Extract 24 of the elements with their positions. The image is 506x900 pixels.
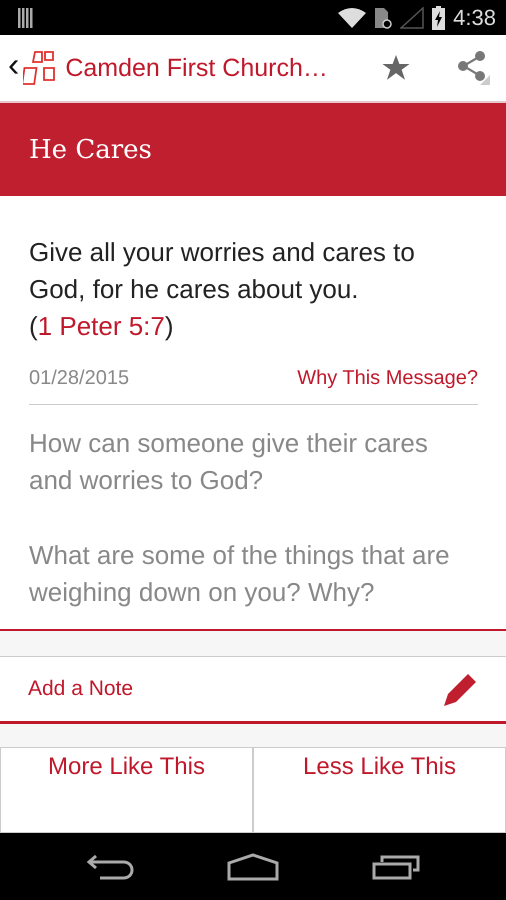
status-time: 4:38 xyxy=(453,4,496,30)
feedback-button[interactable]: More Like This xyxy=(0,748,253,833)
logo-icon xyxy=(23,50,58,86)
recents-nav-icon[interactable] xyxy=(372,854,420,880)
back-nav-icon[interactable] xyxy=(86,854,134,880)
message-title: He Cares xyxy=(29,134,152,164)
why-link[interactable]: Why This Message? xyxy=(297,367,478,390)
back-button[interactable]: ‹ xyxy=(4,44,24,86)
message-date: 01/28/2015 xyxy=(29,367,130,390)
star-icon xyxy=(382,55,410,81)
battery-icon xyxy=(432,6,446,30)
home-nav-icon[interactable] xyxy=(226,852,279,880)
verse-text: Give all your worries and cares to God, for he cares about you. (1 Peter 5:7) xyxy=(29,236,416,343)
wifi-icon xyxy=(338,8,366,28)
feedback-button[interactable]: Less Like This xyxy=(253,748,506,833)
question-text: What are some of the things that are weighing down on you? Why? xyxy=(29,539,451,609)
question-text: How can someone give their cares and worries to God? xyxy=(29,427,429,497)
sim-card-icon xyxy=(374,6,392,28)
signal-icon xyxy=(400,6,424,28)
scripture-link[interactable]: 1 Peter 5:7 xyxy=(38,311,165,341)
pencil-icon xyxy=(444,672,478,706)
notification-icon xyxy=(18,8,34,28)
app-title: Camden First Church… xyxy=(65,54,328,82)
share-icon xyxy=(456,51,490,85)
